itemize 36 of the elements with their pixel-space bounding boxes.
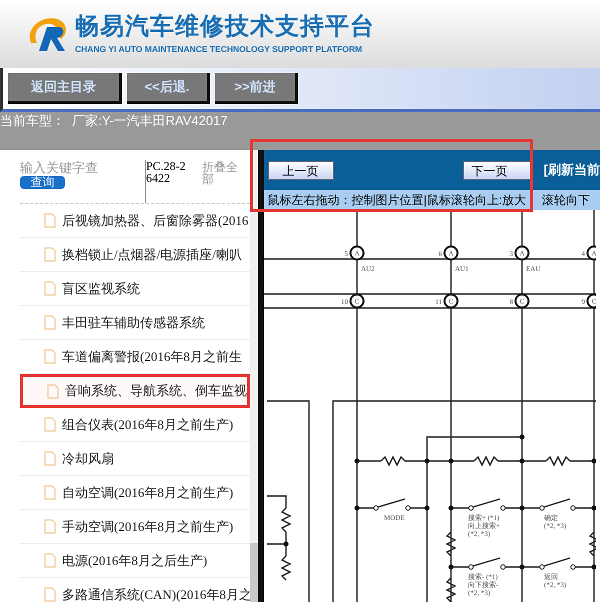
document-icon [44, 485, 56, 500]
scroll-thumb[interactable] [250, 543, 258, 602]
current-model-text: 当前车型： 厂家:Y-一汽丰田RAV42017 [0, 112, 229, 130]
document-icon [47, 384, 59, 398]
tree-item[interactable]: 组合仪表(2016年8月之前生产) [62, 414, 234, 434]
tree-item[interactable]: 手动空调(2016年8月之前生产) [62, 516, 234, 536]
document-icon [44, 213, 56, 228]
tree-item[interactable]: 自动空调(2016年8月之前生产) [62, 482, 234, 502]
document-icon [44, 519, 56, 534]
tree-item[interactable]: 换档锁止/点烟器/电源插座/喇叭 [62, 244, 242, 264]
query-button[interactable]: 查询 [20, 176, 65, 189]
hint-text: 滚轮向下 [542, 192, 590, 209]
tree-item[interactable]: 丰田驻车辅助传感器系统 [62, 312, 205, 332]
code-text: PC.28-26422 [145, 160, 202, 203]
tree-item[interactable]: 车道偏离警报(2016年8月之前生 [62, 346, 242, 366]
tree-item[interactable]: 盲区监视系统 [62, 278, 140, 298]
search-field[interactable]: 输入关键字查 [20, 160, 130, 176]
site-subtitle: CHANG YI AUTO MAINTENANCE TECHNOLOGY SUPPORT PLATFORM [75, 43, 364, 55]
refresh-link[interactable]: [刷新当前 [544, 160, 600, 180]
previous-page-button[interactable]: 上一页 [268, 160, 334, 180]
scrollbar[interactable] [250, 150, 258, 602]
document-icon [44, 315, 56, 330]
document-icon [44, 417, 56, 432]
tree-item[interactable]: 多路通信系统(CAN)(2016年8月之 [62, 584, 252, 602]
tree-item[interactable]: 后视镜加热器、后窗除雾器(2016 [62, 210, 248, 230]
tree-item[interactable]: 电源(2016年8月之后生产) [62, 550, 208, 570]
document-icon [44, 247, 56, 262]
document-icon [44, 349, 56, 364]
next-page-button[interactable]: 下一页 [462, 160, 531, 180]
tree-item[interactable]: 冷却风扇 [62, 448, 114, 468]
document-icon [44, 451, 56, 466]
site-title: 畅易汽车维修技术支持平台 [75, 13, 375, 41]
document-icon [44, 281, 56, 296]
document-icon [44, 587, 56, 602]
hint-text: 鼠标左右拖动：控制图片位置|鼠标滚轮向上:放大 [268, 192, 526, 209]
document-icon [44, 553, 56, 568]
